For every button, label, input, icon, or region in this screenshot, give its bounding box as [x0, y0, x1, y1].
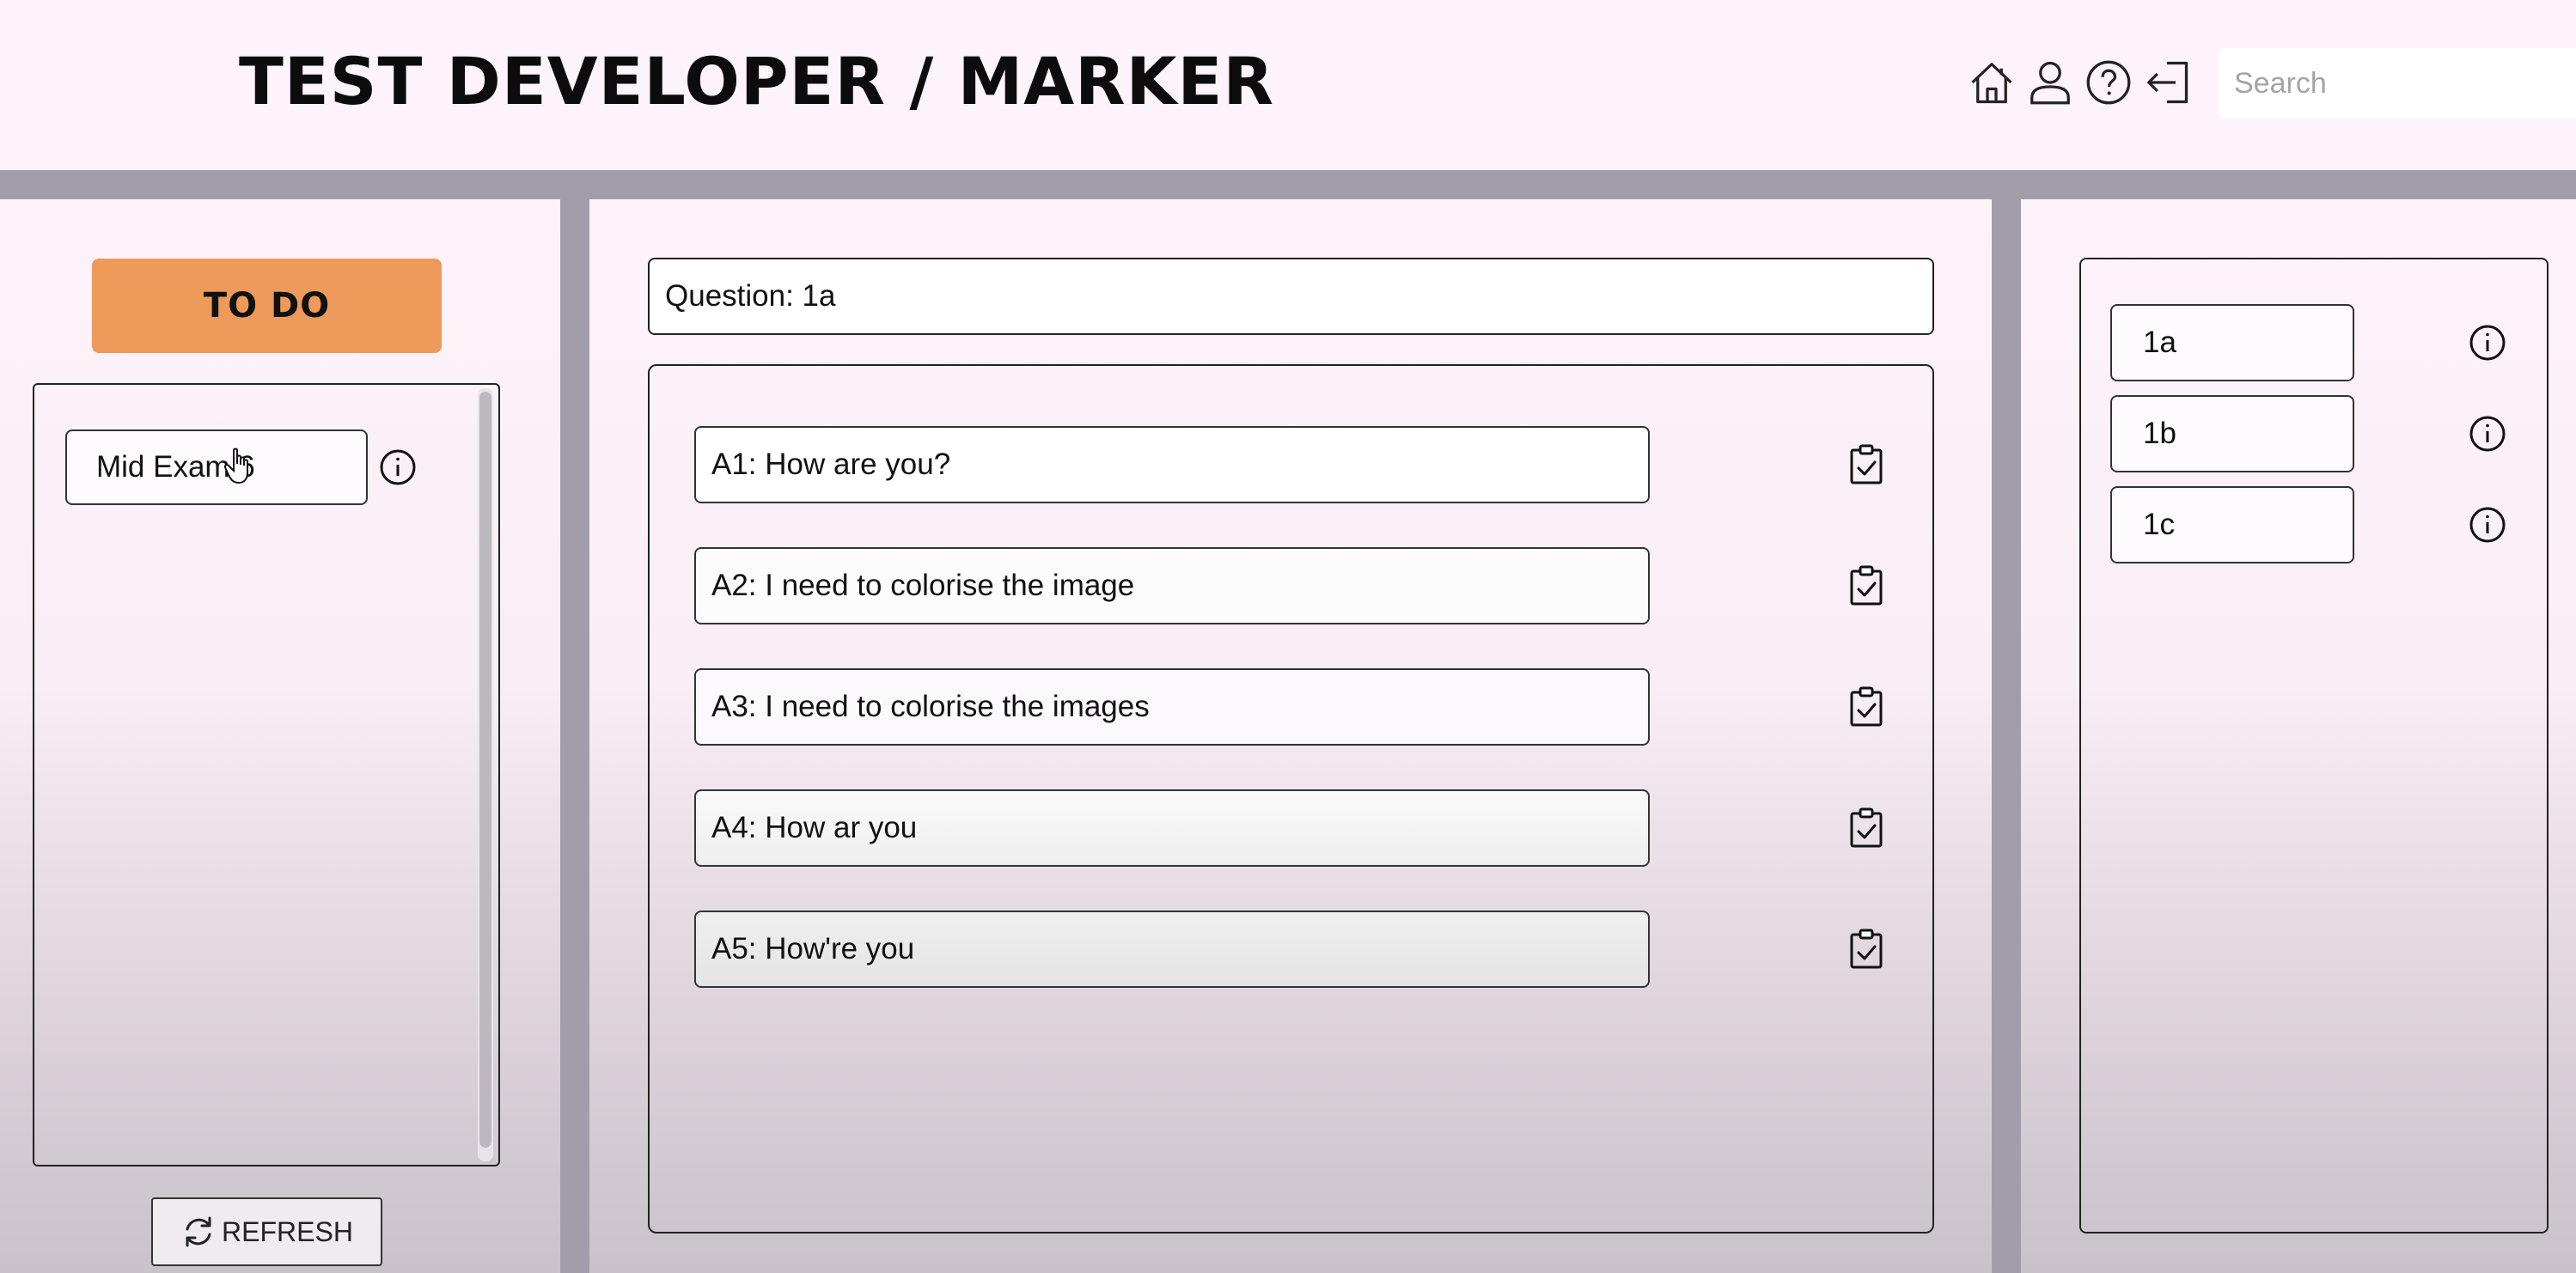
clipboard-check-icon[interactable]: [1846, 685, 1887, 728]
question-item-label: 1a: [2143, 326, 2176, 359]
question-item[interactable]: 1a: [2110, 304, 2354, 381]
question-info-icon[interactable]: [2468, 323, 2507, 362]
answer-row[interactable]: A1: How are you?: [694, 426, 1650, 503]
answer-label: A4: How ar you: [711, 811, 918, 844]
question-item-label: 1b: [2143, 417, 2176, 450]
question-item[interactable]: 1b: [2110, 395, 2354, 472]
answer-label: A5: How're you: [711, 932, 915, 965]
hand-cursor-icon: [222, 447, 256, 486]
question-title: Question: 1a: [648, 258, 1934, 335]
clipboard-check-icon[interactable]: [1846, 807, 1887, 850]
answers-list: A1: How are you? A2: I need to colorise …: [648, 364, 1934, 1233]
answer-label: A2: I need to colorise the image: [711, 569, 1135, 602]
question-info-icon[interactable]: [2468, 505, 2507, 545]
exam-list: Mid Exam 6: [33, 383, 500, 1166]
refresh-icon: [186, 1216, 211, 1247]
refresh-label: REFRESH: [222, 1215, 353, 1247]
refresh-button[interactable]: REFRESH: [151, 1197, 382, 1266]
clipboard-check-icon[interactable]: [1846, 928, 1887, 971]
question-item-label: 1c: [2143, 508, 2175, 541]
answer-row[interactable]: A2: I need to colorise the image: [694, 547, 1650, 624]
app-header: TEST DEVELOPER / MARKER: [0, 0, 2576, 170]
exam-item[interactable]: Mid Exam 6: [65, 429, 368, 505]
question-list: 1a 1b 1c: [2079, 258, 2549, 1233]
question-info-icon[interactable]: [2468, 414, 2507, 454]
answer-row[interactable]: A3: I need to colorise the images: [694, 668, 1650, 746]
clipboard-check-icon[interactable]: [1846, 564, 1887, 607]
question-panel: Question: 1a A1: How are you? A2: I need…: [589, 199, 1992, 1273]
home-icon[interactable]: [1966, 57, 2017, 108]
answer-row[interactable]: A5: How're you: [694, 911, 1650, 988]
answer-row[interactable]: A4: How ar you: [694, 789, 1650, 867]
help-icon[interactable]: [2083, 57, 2134, 108]
answer-label: A3: I need to colorise the images: [711, 690, 1150, 723]
scrollbar-thumb[interactable]: [479, 392, 491, 1148]
logout-icon[interactable]: [2141, 57, 2193, 108]
todo-button[interactable]: TO DO: [92, 259, 442, 353]
question-item[interactable]: 1c: [2110, 486, 2354, 563]
app-title: TEST DEVELOPER / MARKER: [239, 43, 1274, 119]
clipboard-check-icon[interactable]: [1846, 443, 1887, 486]
exam-info-icon[interactable]: [378, 448, 418, 487]
search-input[interactable]: [2219, 48, 2576, 119]
user-icon[interactable]: [2024, 57, 2076, 108]
question-list-panel: 1a 1b 1c: [2021, 199, 2576, 1273]
question-label: Question: 1a: [665, 279, 836, 313]
answer-label: A1: How are you?: [711, 448, 951, 481]
todo-panel: TO DO Mid Exam 6 REFRESH: [0, 199, 560, 1273]
